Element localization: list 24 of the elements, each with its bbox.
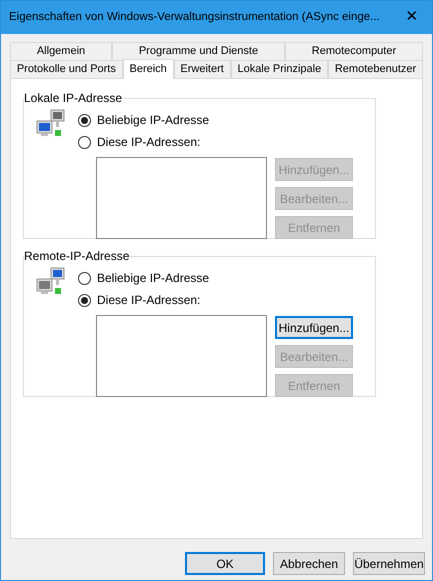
radio-option[interactable]: Diese IP-Adressen:	[78, 131, 353, 153]
network-computers-icon	[36, 267, 66, 297]
tab[interactable]: Remotebenutzer	[328, 60, 423, 78]
tab[interactable]: Programme und Dienste	[112, 42, 285, 60]
tab[interactable]: Allgemein	[10, 42, 112, 60]
tab[interactable]: Protokolle und Ports	[10, 60, 123, 78]
group-title: Lokale IP-Adresse	[24, 90, 124, 107]
close-button[interactable]: ✕	[392, 1, 432, 34]
tab[interactable]: Erweitert	[174, 60, 231, 78]
radio-option[interactable]: Beliebige IP-Adresse	[78, 267, 353, 289]
address-list[interactable]	[96, 315, 267, 397]
network-computers-icon	[36, 109, 66, 139]
tab[interactable]: Bereich	[122, 59, 174, 79]
tab[interactable]: Lokale Prinzipale	[230, 60, 328, 78]
address-list[interactable]	[96, 157, 267, 239]
group-title: Remote-IP-Adresse	[24, 248, 130, 265]
radio-option[interactable]: Diese IP-Adressen:	[78, 289, 353, 311]
dialog-button[interactable]: Abbrechen	[273, 552, 345, 575]
dialog-button[interactable]: Hinzufügen...	[275, 316, 353, 339]
dialog-button[interactable]: Übernehmen	[353, 552, 425, 575]
window-title: Eigenschaften von Windows-Verwaltungsinstrumentation (ASync einge...	[9, 10, 381, 25]
tab[interactable]: Remotecomputer	[284, 42, 423, 60]
radio-option[interactable]: Beliebige IP-Adresse	[78, 109, 353, 131]
dialog-button[interactable]: OK	[185, 552, 265, 575]
